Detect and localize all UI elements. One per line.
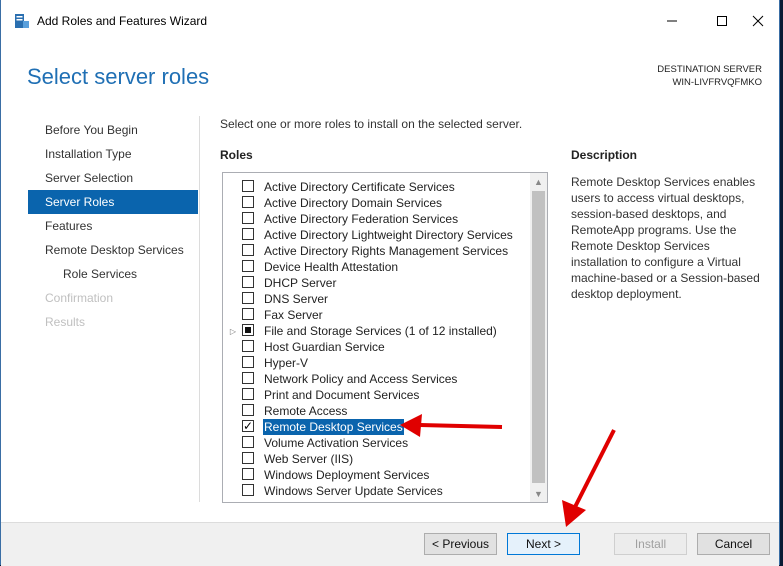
role-item[interactable]: Windows Server Update Services (223, 483, 528, 499)
checkmark-icon: ✓ (242, 419, 254, 433)
nav-item-features[interactable]: Features (28, 214, 198, 238)
minimize-button[interactable] (649, 8, 695, 34)
role-label[interactable]: Host Guardian Service (263, 339, 386, 355)
next-button[interactable]: Next > (507, 533, 580, 555)
role-item[interactable]: Active Directory Domain Services (223, 195, 528, 211)
role-item[interactable]: Device Health Attestation (223, 259, 528, 275)
role-item[interactable]: Network Policy and Access Services (223, 371, 528, 387)
role-item[interactable]: Hyper-V (223, 355, 528, 371)
nav-item-before-you-begin[interactable]: Before You Begin (28, 118, 198, 142)
server-manager-icon (15, 14, 29, 28)
roles-list[interactable]: Active Directory Certificate Services Act… (222, 172, 548, 503)
role-item[interactable]: Print and Document Services (223, 387, 528, 403)
maximize-icon (717, 16, 727, 26)
role-checkbox[interactable] (242, 372, 254, 384)
role-checkbox[interactable] (242, 228, 254, 240)
destination-server-name: WIN-LIVFRVQFMKO (672, 77, 762, 88)
description-text: Remote Desktop Services enables users to… (571, 175, 760, 301)
nav-item-confirmation: Confirmation (45, 291, 114, 305)
nav-item-installation-type[interactable]: Installation Type (28, 142, 198, 166)
nav-item-server-selection[interactable]: Server Selection (28, 166, 198, 190)
role-label[interactable]: Device Health Attestation (263, 259, 399, 275)
role-item[interactable]: Web Server (IIS) (223, 451, 528, 467)
role-item[interactable]: Active Directory Rights Management Servi… (223, 243, 528, 259)
roles-scrollbar[interactable]: ▲ ▼ (530, 173, 547, 502)
role-item[interactable]: Host Guardian Service (223, 339, 528, 355)
role-checkbox[interactable] (242, 276, 254, 288)
role-label[interactable]: Remote Access (263, 403, 348, 419)
role-checkbox[interactable] (242, 244, 254, 256)
install-button[interactable]: Install (614, 533, 687, 555)
role-item[interactable]: Remote Access (223, 403, 528, 419)
role-label[interactable]: Active Directory Rights Management Servi… (263, 243, 509, 259)
window-title: Add Roles and Features Wizard (37, 14, 208, 28)
minimize-icon (667, 20, 677, 22)
role-checkbox[interactable] (242, 468, 254, 480)
nav-item-results: Results (45, 315, 86, 329)
role-label[interactable]: Windows Deployment Services (263, 467, 430, 483)
role-checkbox[interactable] (242, 196, 254, 208)
title-bar: Add Roles and Features Wizard (1, 0, 779, 40)
role-checkbox[interactable] (242, 340, 254, 352)
role-label[interactable]: Active Directory Certificate Services (263, 179, 456, 195)
role-item[interactable]: Active Directory Lightweight Directory S… (223, 227, 528, 243)
nav-item-role-services[interactable]: Role Services (28, 262, 198, 286)
role-item[interactable]: Fax Server (223, 307, 528, 323)
scroll-up-icon[interactable]: ▲ (530, 173, 547, 190)
page-title: Select server roles (27, 64, 210, 89)
role-item[interactable]: DHCP Server (223, 275, 528, 291)
role-checkbox[interactable] (242, 180, 254, 192)
role-label[interactable]: Print and Document Services (263, 387, 420, 403)
role-checkbox[interactable] (242, 212, 254, 224)
role-item[interactable]: Volume Activation Services (223, 435, 528, 451)
role-checkbox[interactable] (242, 404, 254, 416)
role-checkbox[interactable] (242, 308, 254, 320)
role-label[interactable]: Volume Activation Services (263, 435, 409, 451)
scroll-thumb[interactable] (532, 191, 545, 483)
role-label[interactable]: Network Policy and Access Services (263, 371, 458, 387)
close-button[interactable] (735, 8, 781, 34)
role-label[interactable]: Remote Desktop Services (262, 418, 405, 436)
role-checkbox[interactable] (242, 356, 254, 368)
role-item[interactable]: Windows Deployment Services (223, 467, 528, 483)
role-item[interactable]: Active Directory Federation Services (223, 211, 528, 227)
role-label[interactable]: Active Directory Federation Services (263, 211, 459, 227)
nav-divider (199, 116, 200, 502)
instruction-text: Select one or more roles to install on t… (220, 117, 523, 131)
cancel-button[interactable]: Cancel (697, 533, 770, 555)
roles-heading: Roles (220, 148, 253, 162)
wizard-nav: Before You Begin Installation Type Server … (28, 118, 198, 334)
role-checkbox[interactable] (242, 324, 254, 336)
role-label[interactable]: DNS Server (263, 291, 329, 307)
previous-button[interactable]: < Previous (424, 533, 497, 555)
role-label[interactable]: Active Directory Domain Services (263, 195, 443, 211)
expand-arrow-icon[interactable]: ▷ (229, 323, 237, 339)
destination-server-info: DESTINATION SERVER WIN-LIVFRVQFMKO (657, 63, 762, 89)
nav-item-remote-desktop-services[interactable]: Remote Desktop Services (28, 238, 198, 262)
role-label[interactable]: Windows Server Update Services (263, 483, 444, 499)
role-label[interactable]: File and Storage Services (1 of 12 insta… (263, 323, 498, 339)
role-checkbox[interactable] (242, 484, 254, 496)
role-checkbox[interactable] (242, 260, 254, 272)
role-label[interactable]: Fax Server (263, 307, 324, 323)
close-icon (752, 15, 764, 27)
role-label[interactable]: Active Directory Lightweight Directory S… (263, 227, 514, 243)
role-item[interactable]: ✓ Remote Desktop Services (223, 418, 528, 436)
role-item[interactable]: Active Directory Certificate Services (223, 179, 528, 195)
role-checkbox[interactable] (242, 452, 254, 464)
description-heading: Description (571, 148, 638, 162)
role-checkbox[interactable] (242, 292, 254, 304)
role-checkbox[interactable]: ✓ (242, 420, 254, 432)
scroll-down-icon[interactable]: ▼ (530, 485, 547, 502)
role-item[interactable]: ▷ File and Storage Services (1 of 12 inst… (223, 323, 528, 339)
role-item[interactable]: DNS Server (223, 291, 528, 307)
role-label[interactable]: Web Server (IIS) (263, 451, 354, 467)
role-label[interactable]: DHCP Server (263, 275, 337, 291)
role-checkbox[interactable] (242, 388, 254, 400)
wizard-window: Add Roles and Features Wizard Select ser… (0, 0, 780, 566)
role-checkbox[interactable] (242, 436, 254, 448)
nav-item-server-roles[interactable]: Server Roles (28, 190, 198, 214)
role-label[interactable]: Hyper-V (263, 355, 309, 371)
destination-label: DESTINATION SERVER (657, 64, 762, 75)
